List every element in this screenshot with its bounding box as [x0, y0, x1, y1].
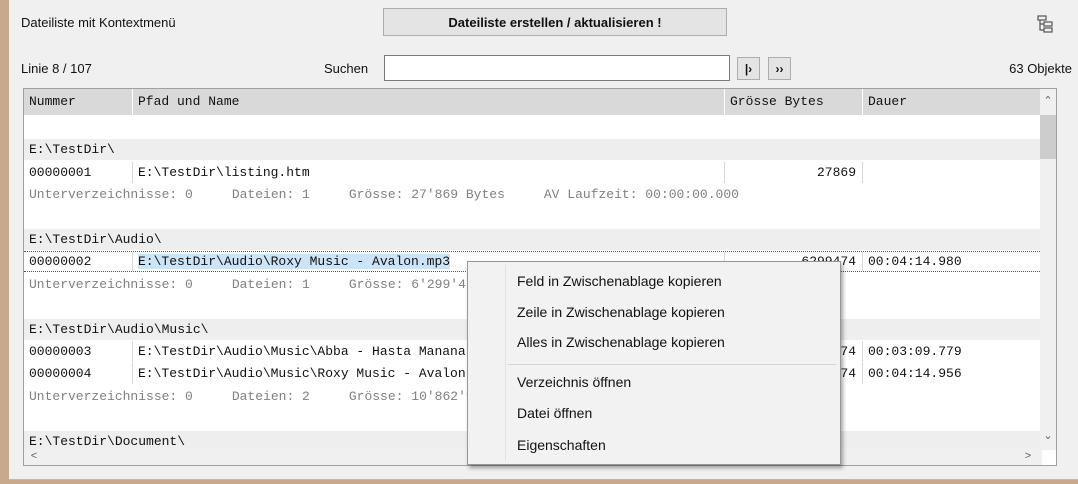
- menu-item-copy-all[interactable]: Alles in Zwischenablage kopieren: [517, 334, 725, 350]
- grid-header: Nummer Pfad und Name Grösse Bytes Dauer: [24, 89, 1042, 115]
- menu-item-copy-row[interactable]: Zeile in Zwischenablage kopieren: [517, 304, 725, 320]
- main-panel: Dateiliste mit Kontextmenü Dateiliste er…: [9, 0, 1078, 480]
- vertical-scrollbar[interactable]: ⌃ ⌄: [1040, 89, 1056, 450]
- file-duration[interactable]: 00:04:14.956: [863, 363, 1042, 385]
- file-number[interactable]: 00000002: [24, 252, 133, 272]
- file-duration[interactable]: 00:04:14.980: [863, 252, 1042, 272]
- file-row[interactable]: 00000001 E:\TestDir\listing.htm 27869: [24, 161, 1042, 183]
- file-duration[interactable]: 00:03:09.779: [863, 341, 1042, 362]
- menu-item-properties[interactable]: Eigenschaften: [517, 437, 606, 453]
- scroll-up-icon[interactable]: ⌃: [1040, 94, 1056, 107]
- summary-row[interactable]: Unterverzeichnisse: 0 Dateien: 1 Grösse:…: [24, 184, 1042, 205]
- directory-row[interactable]: E:\TestDir\Audio\: [24, 229, 1042, 250]
- file-number[interactable]: 00000003: [24, 341, 133, 362]
- find-next-button[interactable]: |›: [737, 57, 760, 80]
- line-status: Linie 8 / 107: [21, 61, 92, 76]
- file-number[interactable]: 00000001: [24, 161, 133, 183]
- file-duration[interactable]: [863, 161, 1042, 183]
- directory-row[interactable]: E:\TestDir\: [24, 139, 1042, 161]
- blank-row: [24, 117, 1042, 138]
- selected-cell-text[interactable]: E:\TestDir\Audio\Roxy Music - Avalon.mp3: [138, 254, 451, 270]
- menu-item-copy-field[interactable]: Feld in Zwischenablage kopieren: [517, 273, 722, 289]
- menu-icon-gutter: [505, 265, 506, 461]
- menu-item-open-directory[interactable]: Verzeichnis öffnen: [517, 374, 631, 390]
- file-number[interactable]: 00000004: [24, 363, 133, 385]
- column-header-size[interactable]: Grösse Bytes: [725, 89, 863, 115]
- context-menu: Feld in Zwischenablage kopieren Zeile in…: [467, 261, 841, 465]
- file-path[interactable]: E:\TestDir\listing.htm: [133, 161, 725, 183]
- column-header-nummer[interactable]: Nummer: [24, 89, 133, 115]
- search-label: Suchen: [324, 61, 369, 76]
- blank-row: [24, 207, 1042, 228]
- scroll-down-icon[interactable]: ⌄: [1040, 429, 1056, 442]
- file-size[interactable]: 27869: [725, 161, 863, 183]
- tree-structure-icon[interactable]: [1034, 13, 1056, 33]
- panel-title: Dateiliste mit Kontextmenü: [21, 15, 176, 30]
- scroll-left-icon[interactable]: <: [26, 450, 42, 462]
- directory-path: E:\TestDir\: [29, 142, 115, 158]
- directory-path: E:\TestDir\Audio\: [29, 232, 162, 247]
- menu-item-open-file[interactable]: Datei öffnen: [517, 405, 592, 421]
- find-last-button[interactable]: ››: [768, 57, 791, 80]
- vertical-scroll-thumb[interactable]: [1040, 115, 1056, 159]
- search-input[interactable]: [384, 55, 730, 81]
- column-header-duration[interactable]: Dauer: [863, 89, 1042, 115]
- scroll-right-icon[interactable]: >: [1020, 450, 1036, 462]
- column-header-path[interactable]: Pfad und Name: [133, 89, 725, 115]
- menu-separator: [508, 364, 836, 365]
- summary-text: Unterverzeichnisse: 0 Dateien: 1 Grösse:…: [29, 187, 739, 203]
- create-list-button[interactable]: Dateiliste erstellen / aktualisieren !: [383, 8, 727, 36]
- object-count: 63 Objekte: [1009, 61, 1072, 76]
